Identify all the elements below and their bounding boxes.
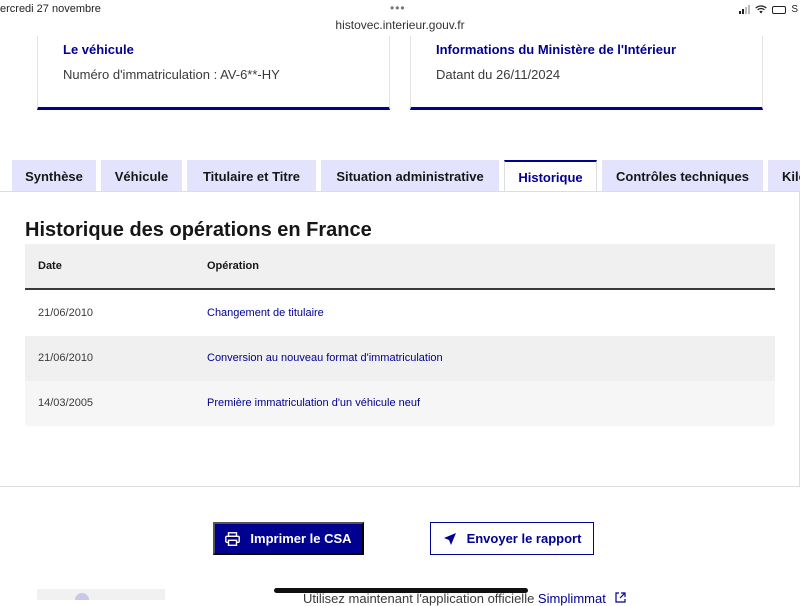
send-report-button[interactable]: Envoyer le rapport: [430, 522, 594, 555]
tab-situation-administrative[interactable]: Situation administrative: [321, 160, 499, 192]
history-panel: Historique des opérations en France Date…: [0, 191, 800, 487]
wifi-icon: [755, 5, 767, 14]
tab-controles-techniques[interactable]: Contrôles techniques: [602, 160, 763, 192]
registration-number: Numéro d'immatriculation : AV-6**-HY: [63, 67, 280, 82]
status-bar: ercredi 27 novembre ••• histovec.interie…: [0, 0, 800, 34]
tab-vehicule[interactable]: Véhicule: [101, 160, 182, 192]
column-header-date: Date: [38, 260, 62, 272]
status-date: ercredi 27 novembre: [0, 3, 101, 15]
data-date: Datant du 26/11/2024: [436, 67, 561, 82]
footer-promo-label: Utilisez maintenant l'application offici…: [303, 591, 538, 606]
footer-promo-text: Utilisez maintenant l'application offici…: [303, 591, 627, 606]
send-icon: [443, 532, 456, 545]
more-options-dots[interactable]: •••: [390, 1, 406, 15]
ministry-info-card: Informations du Ministère de l'Intérieur…: [410, 36, 763, 110]
print-csa-button[interactable]: Imprimer le CSA: [213, 522, 364, 555]
external-link-icon: [615, 592, 627, 603]
ministry-card-title: Informations du Ministère de l'Intérieur: [436, 42, 677, 57]
column-header-operation: Opération: [207, 260, 259, 272]
row-date: 14/03/2005: [38, 397, 94, 409]
address-bar-url[interactable]: histovec.interieur.gouv.fr: [0, 18, 800, 32]
row-date: 21/06/2010: [38, 352, 94, 364]
tab-kilometrage[interactable]: Kilo: [768, 160, 800, 192]
print-csa-label: Imprimer le CSA: [250, 531, 352, 546]
table-row: 21/06/2010 Changement de titulaire: [25, 291, 775, 336]
table-header: Date Opération: [25, 244, 775, 290]
signal-icon: [739, 5, 751, 14]
home-indicator[interactable]: [274, 588, 528, 593]
battery-label: S: [791, 4, 798, 15]
history-title: Historique des opérations en France: [25, 219, 372, 241]
row-operation[interactable]: Première immatriculation d'un véhicule n…: [207, 397, 420, 409]
status-icons: S: [739, 4, 798, 15]
logo-emblem-icon: [75, 593, 89, 600]
battery-icon: [772, 5, 787, 14]
table-row: 14/03/2005 Première immatriculation d'un…: [25, 381, 775, 426]
row-date: 21/06/2010: [38, 307, 94, 319]
simplimmat-link[interactable]: Simplimmat: [538, 591, 606, 606]
vehicle-card-title: Le véhicule: [63, 42, 134, 57]
tab-historique[interactable]: Historique: [504, 160, 597, 193]
tab-titulaire-titre[interactable]: Titulaire et Titre: [187, 160, 316, 192]
table-row: 21/06/2010 Conversion au nouveau format …: [25, 336, 775, 381]
footer-logo: [37, 589, 165, 600]
send-report-label: Envoyer le rapport: [466, 531, 582, 546]
row-operation[interactable]: Changement de titulaire: [207, 307, 324, 319]
report-tabs: Synthèse Véhicule Titulaire et Titre Sit…: [0, 160, 800, 193]
row-operation[interactable]: Conversion au nouveau format d'immatricu…: [207, 352, 443, 364]
tab-synthese[interactable]: Synthèse: [12, 160, 96, 192]
vehicle-card: Le véhicule Numéro d'immatriculation : A…: [37, 36, 390, 110]
printer-icon: [225, 531, 241, 546]
